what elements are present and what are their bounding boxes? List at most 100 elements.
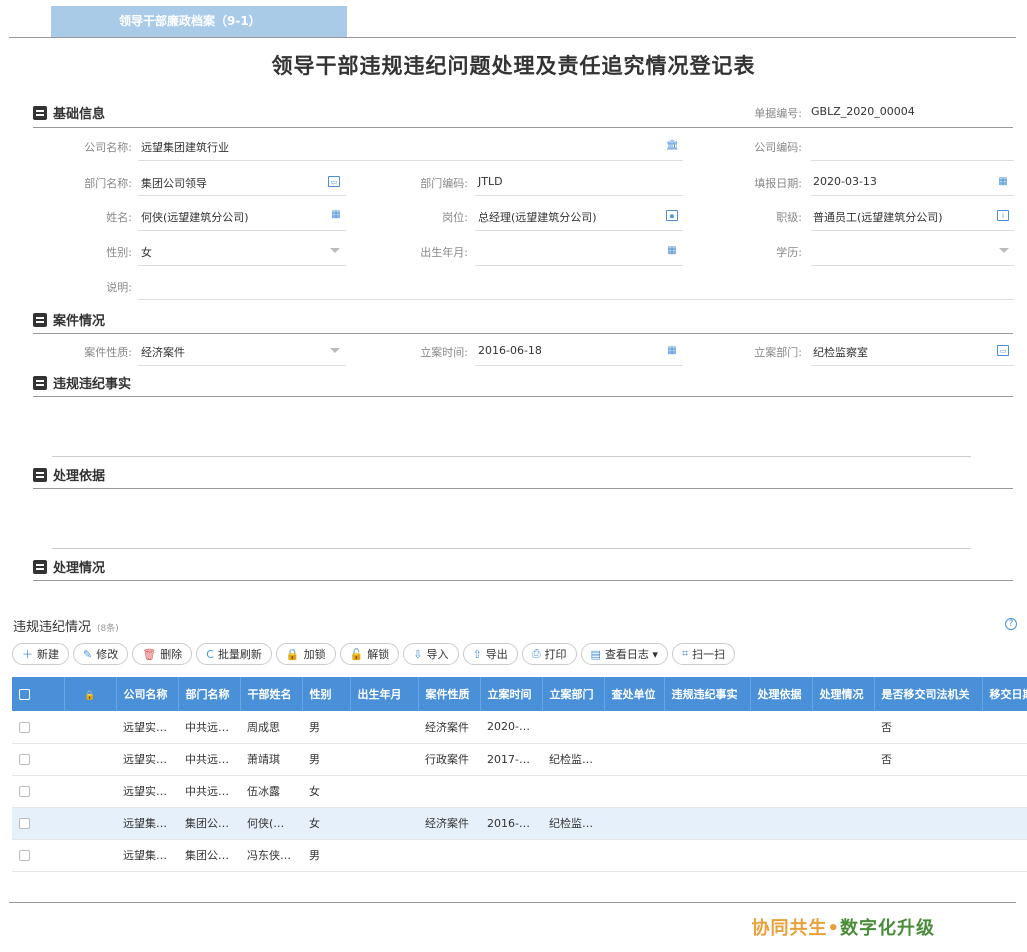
table-row[interactable]: 远望集… 集团公… 冯东侠… 男 [12, 839, 1027, 872]
table-cell: 否 [874, 711, 982, 744]
edu-select[interactable] [811, 265, 1014, 266]
row-checkbox-cell[interactable] [12, 743, 64, 776]
dept-code-field[interactable] [475, 195, 683, 196]
toolbar-button[interactable]: ⇧ 导出 [462, 643, 518, 665]
table-row[interactable]: 远望实… 中共远… 周成思男 经济案件 2020-… 否 [12, 711, 1027, 744]
fill-date-field[interactable] [811, 195, 1014, 196]
toolbar-button[interactable]: ⌗ 扫一扫 [671, 643, 736, 665]
toolbar-button[interactable]: ＋ 新建 [12, 643, 69, 665]
table-row[interactable]: 远望集… 集团公… 何侠(… 女 经济案件 2016-… 纪检监… [12, 807, 1027, 840]
help-icon[interactable]: ? [1005, 618, 1017, 630]
table-cell [982, 775, 1027, 808]
table-row[interactable]: 远望实… 中共远… 萧靖琪男 行政案件 2017-… 纪检监… 否 [12, 743, 1027, 776]
toolbar-label: 查看日志 ▾ [604, 648, 658, 661]
toolbar-button[interactable]: ▤ 查看日志 ▾ [580, 643, 668, 665]
table-cell [480, 839, 542, 872]
column-header: 处理依据 [750, 677, 813, 711]
select-all-checkbox[interactable] [12, 677, 65, 711]
lock-cell [64, 711, 116, 744]
position-picker-icon[interactable]: ▪ [666, 210, 678, 221]
doc-no-label: 单据编号: [754, 107, 802, 120]
lock-icon: 🔒 [84, 690, 96, 701]
section-facts-divider [33, 396, 1013, 397]
checkbox[interactable] [19, 818, 30, 829]
toolbar-button[interactable]: ⇩ 导入 [403, 643, 459, 665]
org-picker-icon[interactable]: ▭ [997, 345, 1009, 356]
chevron-down-icon[interactable] [999, 248, 1009, 253]
rank-picker-icon[interactable]: i [997, 210, 1009, 221]
table-cell: 中共远… [178, 775, 240, 808]
toolbar-button[interactable]: 🔓 解锁 [339, 643, 400, 665]
calendar-icon[interactable]: ▦ [666, 345, 678, 356]
lock-cell [64, 775, 116, 808]
checkbox[interactable] [19, 754, 30, 765]
facts-field[interactable] [52, 456, 971, 457]
table-cell [812, 807, 874, 840]
chevron-down-icon[interactable] [330, 248, 340, 253]
toolbar-icon: 🗑 [142, 647, 157, 661]
toolbar-button[interactable]: ✎ 修改 [73, 643, 129, 665]
table-cell [350, 839, 418, 872]
company-code-field[interactable] [811, 160, 1014, 161]
section-basis-divider [33, 488, 1013, 489]
calendar-icon[interactable]: ▦ [666, 245, 678, 256]
position-value: 总经理(远望建筑分公司) [478, 211, 597, 224]
case-nature-label: 案件性质: [84, 346, 132, 359]
checkbox[interactable] [19, 721, 30, 733]
row-checkbox-cell[interactable] [12, 711, 64, 744]
name-field[interactable] [138, 230, 346, 231]
note-field[interactable] [138, 299, 1014, 300]
case-date-field[interactable] [475, 365, 683, 366]
table-cell [750, 807, 812, 840]
bank-icon[interactable]: 🏛 [666, 140, 679, 151]
table-cell: 集团公… [178, 839, 240, 872]
table-row[interactable]: 远望实… 中共远… 伍冰露女 [12, 775, 1027, 808]
table-cell [542, 775, 604, 808]
dept-name-field[interactable] [138, 195, 346, 196]
toolbar-button[interactable]: C 批量刷新 [196, 643, 272, 665]
position-field[interactable] [475, 230, 683, 231]
calendar-icon[interactable]: ▦ [997, 176, 1009, 187]
form-tab[interactable]: 领导干部廉政档案（9-1） [51, 6, 347, 37]
birth-label: 出生年月: [420, 246, 468, 259]
header-divider [9, 37, 1016, 38]
checkbox[interactable] [19, 786, 30, 797]
org-picker-icon[interactable]: ▭ [328, 176, 340, 187]
table-cell [812, 775, 874, 808]
toolbar-icon: C [206, 647, 214, 661]
rank-field[interactable] [811, 230, 1014, 231]
table-cell: 远望实… [116, 711, 178, 744]
section-list-icon [33, 312, 47, 327]
column-header: 性别 [302, 677, 351, 711]
table-cell: 萧靖琪 [240, 743, 302, 776]
table-cell: 远望实… [116, 775, 178, 808]
slogan-part-a: 协同共生 [751, 918, 828, 939]
toolbar-button[interactable]: ⎙ 打印 [521, 643, 577, 665]
section-handling: 处理情况 [33, 557, 105, 576]
checkbox[interactable] [19, 850, 30, 861]
table-cell [750, 743, 812, 776]
person-picker-icon[interactable]: ▦ [330, 209, 342, 220]
toolbar-icon: ⎙ [531, 647, 541, 660]
name-value: 何侠(远望建筑分公司) [141, 211, 249, 224]
row-checkbox-cell[interactable] [12, 839, 64, 872]
toolbar-label: 加锁 [303, 648, 326, 661]
gender-select[interactable] [138, 265, 346, 266]
case-dept-field[interactable] [811, 365, 1014, 366]
chevron-down-icon[interactable] [330, 348, 340, 353]
company-name-field[interactable] [138, 160, 683, 161]
section-list-icon [33, 559, 47, 574]
slogan-dot: • [827, 918, 840, 939]
table-cell [604, 775, 664, 808]
birth-field[interactable] [475, 265, 683, 266]
case-nature-select[interactable] [138, 365, 346, 366]
toolbar-button[interactable]: 🗑 删除 [132, 643, 193, 665]
toolbar-label: 批量刷新 [217, 648, 262, 661]
toolbar-button[interactable]: 🔒 加锁 [275, 643, 336, 665]
checkbox[interactable] [19, 689, 30, 700]
basis-field[interactable] [52, 548, 971, 549]
table-cell: 纪检监… [542, 807, 604, 840]
row-checkbox-cell[interactable] [12, 775, 64, 808]
company-name-label: 公司名称: [84, 141, 132, 154]
row-checkbox-cell[interactable] [12, 807, 64, 840]
